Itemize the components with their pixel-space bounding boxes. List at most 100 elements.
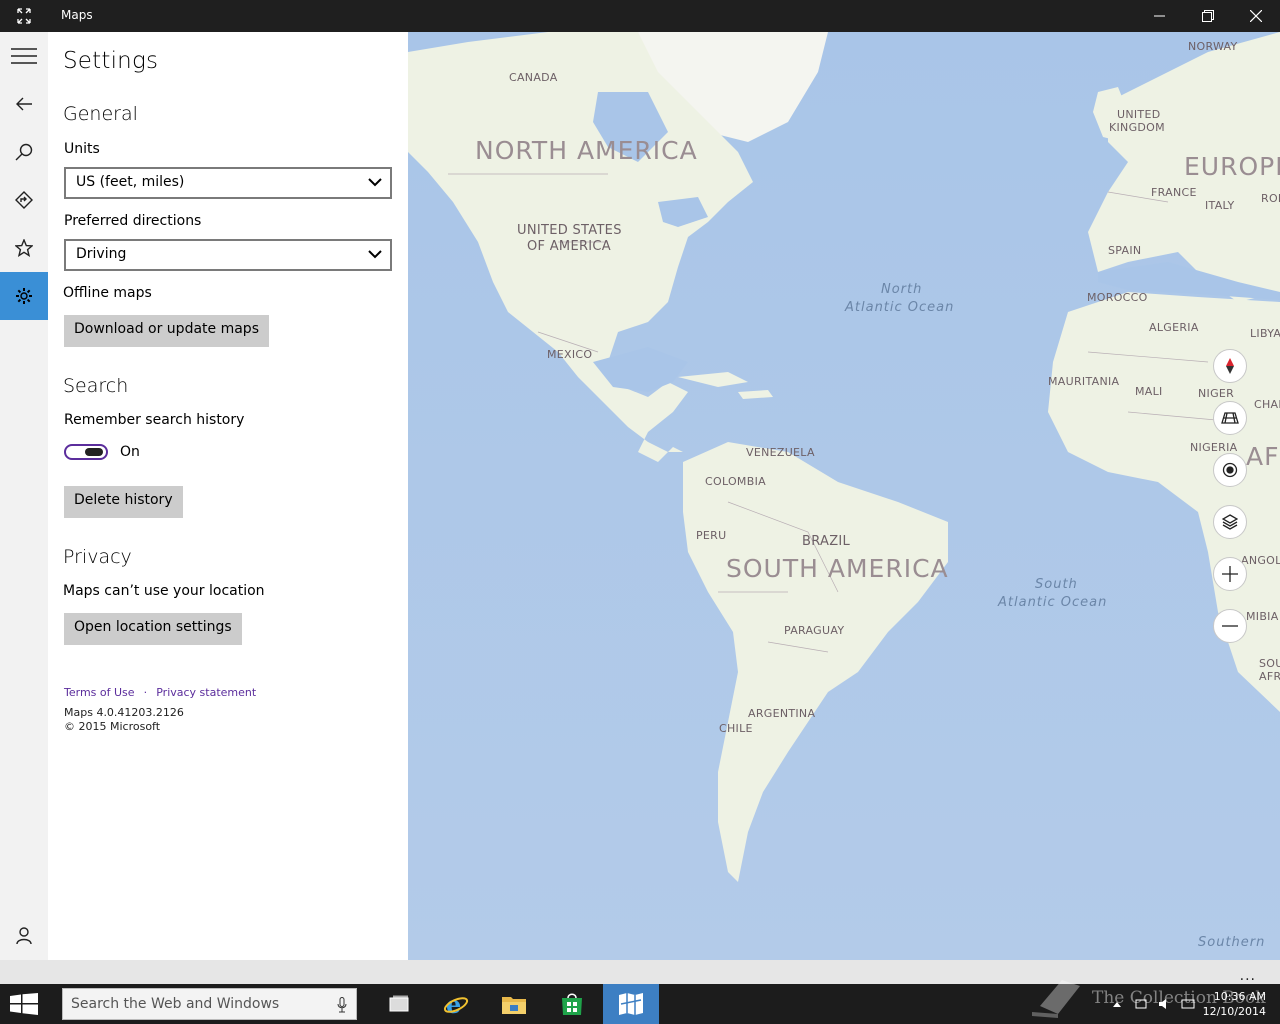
label-angola: ANGOLA [1241,554,1280,567]
store-icon [562,993,582,1015]
directions-icon [15,191,33,209]
directions-dropdown[interactable]: Driving [64,239,392,271]
label-niger: NIGER [1198,387,1235,400]
tilt-button[interactable] [1213,401,1247,435]
label-algeria: ALGERIA [1149,321,1199,334]
label-north-atlantic-2: Atlantic Ocean [845,300,955,315]
label-colombia: COLOMBIA [705,475,766,488]
label-afr: AFR [1259,670,1280,683]
maps-icon [619,993,643,1015]
compass-button[interactable] [1213,349,1247,383]
layers-icon [1222,514,1238,530]
taskbar-search-box[interactable]: Search the Web and Windows [62,988,357,1020]
search-button[interactable] [0,128,48,176]
toggle-state-label: On [120,444,140,460]
terms-of-use-link[interactable]: Terms of Use [64,686,135,699]
label-norway: NORWAY [1188,40,1238,53]
navigation-rail [0,32,48,960]
start-button[interactable] [10,993,38,1019]
search-placeholder: Search the Web and Windows [71,996,280,1012]
label-uk-2: KINGDOM [1109,121,1165,134]
restore-icon [1202,10,1214,22]
label-mali: MALI [1135,385,1163,398]
microphone-icon[interactable] [337,997,347,1013]
locate-me-button[interactable] [1213,453,1247,487]
label-north-atlantic-1: North [881,282,923,297]
chevron-down-icon [368,250,382,259]
label-southern-ocean: Southern [1198,935,1266,950]
gear-icon [16,288,32,304]
star-icon [15,239,33,257]
hamburger-icon [11,48,37,64]
units-value: US (feet, miles) [76,174,185,190]
download-maps-button[interactable]: Download or update maps [64,315,269,347]
label-usa-2: OF AMERICA [527,239,612,254]
full-screen-icon[interactable] [14,8,34,24]
label-mexico: MEXICO [547,348,593,361]
label-argentina: ARGENTINA [748,707,816,720]
search-heading: Search [63,375,129,397]
label-north-america: NORTH AMERICA [475,136,698,165]
watermark-text: The Collection Book [1092,988,1266,1008]
label-spain: SPAIN [1108,244,1142,257]
minimize-button[interactable] [1137,0,1183,32]
person-icon [16,927,32,945]
account-button[interactable] [0,912,48,960]
internet-explorer-button[interactable]: e [431,984,481,1024]
taskbar: Search the Web and Windows e 10:36 AM 12… [0,984,1280,1024]
directions-label: Preferred directions [64,213,202,229]
directions-button[interactable] [0,176,48,224]
more-options-button[interactable]: ... [1240,968,1256,984]
search-history-label: Remember search history [64,412,245,428]
map-layers-button[interactable] [1213,505,1247,539]
delete-history-button[interactable]: Delete history [64,486,183,518]
file-explorer-button[interactable] [489,984,539,1024]
open-location-settings-button[interactable]: Open location settings [64,613,242,645]
hamburger-menu-button[interactable] [0,32,48,80]
back-button[interactable] [0,80,48,128]
units-label: Units [64,141,100,157]
offline-maps-label: Offline maps [63,285,152,301]
search-icon [15,143,33,161]
general-heading: General [63,103,138,125]
settings-button[interactable] [0,272,48,320]
map-view[interactable]: NORTH AMERICA SOUTH AMERICA EUROPE AFR C… [408,32,1280,960]
label-morocco: MOROCCO [1087,291,1148,304]
chevron-down-icon [368,178,382,187]
back-arrow-icon [16,97,32,111]
zoom-in-icon [1222,566,1238,582]
directions-value: Driving [76,246,127,262]
label-italy: ITALY [1205,199,1235,212]
zoom-in-button[interactable] [1213,557,1247,591]
close-icon [1250,10,1262,22]
search-history-toggle[interactable] [64,444,108,460]
maps-app-button[interactable] [603,984,659,1024]
label-rom: ROM [1261,192,1280,205]
store-button[interactable] [547,984,597,1024]
label-canada: CANADA [509,71,558,84]
close-button[interactable] [1233,0,1279,32]
settings-panel: Settings General Units US (feet, miles) … [48,32,408,960]
task-view-button[interactable] [374,984,424,1024]
map-canvas [408,32,1280,960]
windows-logo-icon [10,993,38,1015]
label-europe: EUROPE [1184,152,1280,181]
title-bar: Maps [0,0,1280,32]
label-south-america: SOUTH AMERICA [726,554,949,583]
minimize-icon [1154,15,1165,17]
privacy-statement-link[interactable]: Privacy statement [156,686,256,699]
privacy-heading: Privacy [63,546,132,568]
label-chile: CHILE [719,722,753,735]
toggle-knob [85,448,103,456]
label-south-atlantic-2: Atlantic Ocean [998,595,1108,610]
favorites-button[interactable] [0,224,48,272]
label-uk-1: UNITED [1117,108,1161,121]
restore-button[interactable] [1185,0,1231,32]
zoom-out-button[interactable] [1213,609,1247,643]
tilt-icon [1221,412,1239,424]
label-africa: AFR [1246,442,1280,471]
label-usa-1: UNITED STATES [517,223,622,238]
copyright-text: © 2015 Microsoft [64,720,161,733]
units-dropdown[interactable]: US (feet, miles) [64,167,392,199]
locate-icon [1222,462,1238,478]
